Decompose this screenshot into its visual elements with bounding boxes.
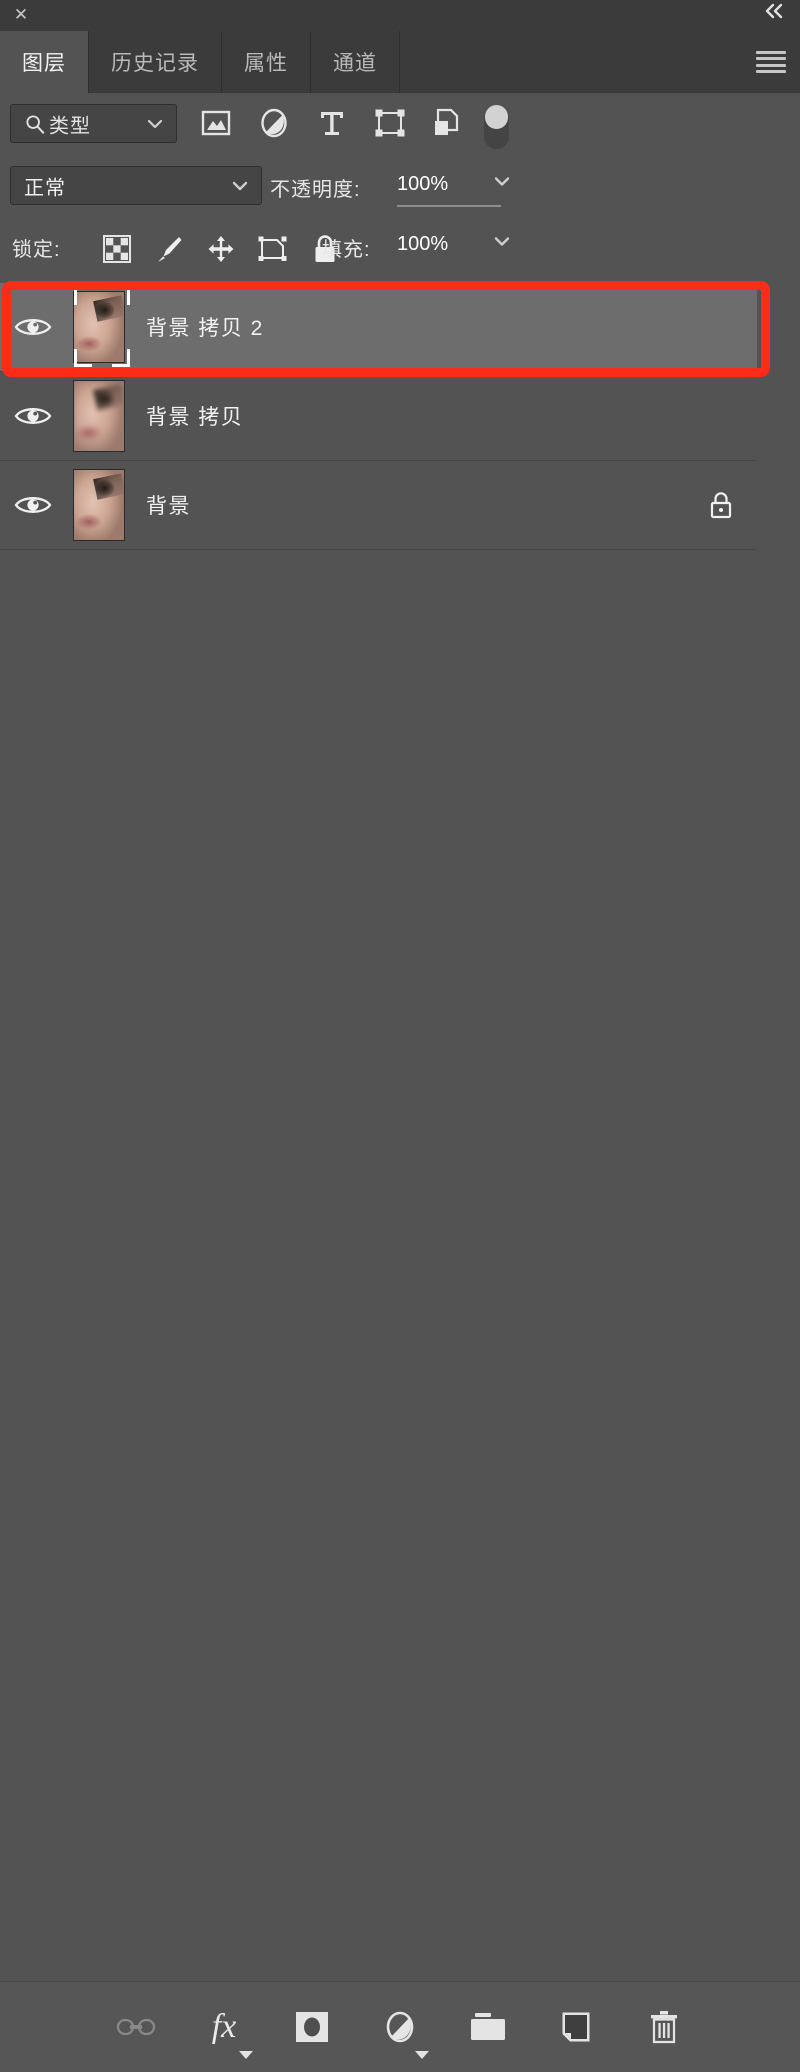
tab-channels[interactable]: 通道 — [311, 31, 400, 93]
new-group-button[interactable] — [467, 2004, 509, 2050]
tab-layers[interactable]: 图层 — [0, 31, 89, 93]
folder-icon — [471, 2013, 505, 2040]
table-row[interactable]: 背景 拷贝 — [0, 372, 757, 461]
layer-visibility-toggle[interactable] — [0, 461, 66, 549]
layer-thumbnail-wrap[interactable] — [66, 461, 132, 549]
new-adjustment-layer-button[interactable] — [379, 2004, 429, 2059]
tab-properties-label: 属性 — [244, 52, 288, 75]
tab-history-label: 历史记录 — [111, 52, 199, 75]
tab-layers-label: 图层 — [22, 52, 66, 75]
trash-icon — [651, 2011, 677, 2044]
layer-name[interactable]: 背景 拷贝 2 — [146, 312, 264, 342]
panel-tabs: 图层 历史记录 属性 通道 — [0, 31, 800, 93]
filter-icon-group — [200, 93, 464, 153]
layer-filter-row: 类型 — [0, 93, 757, 153]
toggle-knob — [485, 105, 508, 129]
lock-position-icon[interactable] — [206, 234, 236, 264]
hamburger-menu-icon[interactable] — [756, 51, 786, 73]
chevron-down-icon — [415, 2051, 429, 2059]
lock-image-pixels-icon[interactable] — [154, 234, 184, 264]
double-chevron-left-icon — [765, 3, 783, 19]
layer-visibility-toggle[interactable] — [0, 283, 66, 371]
layer-thumbnail-wrap[interactable] — [66, 372, 132, 460]
menu-line — [756, 63, 786, 67]
layer-list: 背景 拷贝 2 背景 拷贝 背景 — [0, 283, 757, 1956]
filter-adjustment-layers-icon[interactable] — [258, 107, 290, 139]
adjustment-icon — [386, 2011, 414, 2043]
blend-mode-select[interactable]: 正常 — [10, 166, 262, 205]
opacity-chevron-down-icon[interactable] — [492, 175, 512, 188]
fx-icon: fx — [211, 2008, 237, 2045]
lock-row: 锁定: 填充: 100% — [0, 221, 757, 277]
table-row[interactable]: 背景 — [0, 461, 757, 550]
delete-layer-button[interactable] — [643, 2004, 685, 2050]
opacity-input[interactable]: 100% — [397, 173, 501, 207]
filter-type-value: 类型 — [49, 115, 91, 137]
filter-pixel-layers-icon[interactable] — [200, 107, 232, 139]
portrait-image — [74, 381, 124, 451]
menu-line — [756, 69, 786, 73]
fill-label: 填充: — [322, 239, 371, 261]
tabstrip-filler — [400, 31, 800, 93]
filter-smart-object-icon[interactable] — [432, 107, 464, 139]
portrait-thumbnail — [73, 291, 125, 363]
layers-bottom-toolbar: fx — [0, 1981, 800, 2072]
lock-artboard-nesting-icon[interactable] — [258, 234, 288, 264]
chevron-down-icon — [239, 2051, 253, 2059]
filter-enable-toggle[interactable] — [484, 105, 509, 149]
eye-icon — [14, 497, 52, 513]
search-icon — [26, 115, 45, 134]
eye-icon — [14, 408, 52, 424]
tab-history[interactable]: 历史记录 — [89, 31, 222, 93]
link-layers-button[interactable] — [115, 2004, 157, 2050]
tab-channels-label: 通道 — [333, 52, 377, 75]
layers-panel: ✕ 图层 历史记录 属性 通道 类型 正常 不透明度: 100% 锁定: 填充:… — [0, 0, 800, 2072]
mask-icon — [296, 2012, 328, 2042]
layer-thumbnail-wrap[interactable] — [66, 283, 132, 371]
portrait-thumbnail — [73, 380, 125, 452]
layer-locked-icon — [707, 490, 735, 520]
layer-name[interactable]: 背景 — [146, 490, 191, 520]
filter-type-select[interactable]: 类型 — [10, 104, 177, 143]
portrait-image — [74, 292, 124, 362]
layer-style-button[interactable]: fx — [203, 2004, 253, 2059]
blend-mode-row: 正常 不透明度: 100% — [0, 163, 757, 216]
blend-mode-value: 正常 — [24, 177, 66, 199]
collapse-panel-icon[interactable] — [762, 3, 792, 27]
panel-titlebar: ✕ — [0, 0, 800, 31]
fill-input[interactable]: 100% — [397, 233, 448, 256]
fill-chevron-down-icon[interactable] — [492, 235, 512, 248]
lock-label: 锁定: — [12, 239, 61, 261]
new-layer-button[interactable] — [555, 2004, 597, 2050]
table-row[interactable]: 背景 拷贝 2 — [0, 283, 757, 372]
lock-icon — [710, 492, 732, 519]
tab-properties[interactable]: 属性 — [222, 31, 311, 93]
layer-visibility-toggle[interactable] — [0, 372, 66, 460]
filter-shape-layers-icon[interactable] — [374, 107, 406, 139]
eye-icon — [14, 319, 52, 335]
close-icon[interactable]: ✕ — [8, 2, 34, 28]
portrait-thumbnail — [73, 469, 125, 541]
chevron-down-icon — [146, 118, 164, 130]
link-icon — [116, 2018, 156, 2036]
menu-line — [756, 57, 786, 61]
portrait-image — [74, 470, 124, 540]
layer-name[interactable]: 背景 拷贝 — [146, 401, 243, 431]
new-layer-icon — [562, 2012, 590, 2042]
opacity-label: 不透明度: — [270, 179, 361, 201]
chevron-down-icon — [230, 179, 250, 192]
filter-type-layers-icon[interactable] — [316, 107, 348, 139]
lock-icon-group — [102, 221, 340, 277]
menu-line — [756, 51, 786, 54]
add-layer-mask-button[interactable] — [291, 2004, 333, 2050]
lock-transparent-pixels-icon[interactable] — [102, 234, 132, 264]
